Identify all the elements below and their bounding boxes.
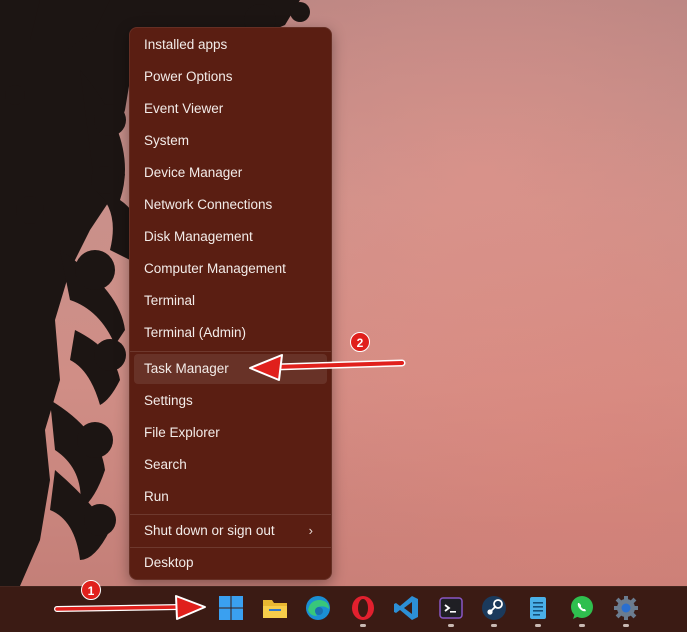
menu-item-power-options[interactable]: Power Options [134, 62, 327, 92]
taskbar-visual-studio-code[interactable] [392, 594, 420, 622]
running-indicator [535, 624, 541, 627]
menu-separator [130, 351, 331, 352]
step-badge-1: 1 [81, 580, 101, 600]
steam-icon [482, 596, 506, 620]
taskbar-file-explorer[interactable] [261, 594, 289, 622]
menu-item-computer-management[interactable]: Computer Management [134, 254, 327, 284]
taskbar [0, 586, 687, 632]
terminal-icon [439, 597, 463, 619]
notepad-icon [530, 597, 546, 619]
taskbar-whatsapp[interactable] [568, 594, 596, 622]
step-badge-2: 2 [350, 332, 370, 352]
start-button[interactable] [217, 594, 245, 622]
taskbar-opera[interactable] [349, 594, 377, 622]
edge-icon [306, 596, 330, 620]
menu-item-disk-management[interactable]: Disk Management [134, 222, 327, 252]
menu-item-label: Computer Management [144, 261, 286, 276]
taskbar-terminal[interactable] [437, 594, 465, 622]
windows-logo-icon [219, 596, 243, 620]
menu-item-settings[interactable]: Settings [134, 386, 327, 416]
taskbar-notepad[interactable] [524, 594, 552, 622]
menu-item-search[interactable]: Search [134, 450, 327, 480]
taskbar-steam[interactable] [480, 594, 508, 622]
running-indicator [491, 624, 497, 627]
menu-item-label: Desktop [144, 555, 194, 570]
menu-item-terminal-admin[interactable]: Terminal (Admin) [134, 318, 327, 348]
menu-item-task-manager[interactable]: Task Manager [134, 354, 327, 384]
menu-item-label: Shut down or sign out [144, 523, 275, 538]
menu-item-label: Search [144, 457, 187, 472]
menu-item-network-connections[interactable]: Network Connections [134, 190, 327, 220]
menu-item-installed-apps[interactable]: Installed apps [134, 30, 327, 60]
menu-item-system[interactable]: System [134, 126, 327, 156]
menu-separator [130, 514, 331, 515]
menu-item-label: Disk Management [144, 229, 253, 244]
winx-context-menu: Installed apps Power Options Event Viewe… [129, 27, 332, 580]
desktop-wallpaper [0, 0, 687, 586]
running-indicator [448, 624, 454, 627]
menu-item-terminal[interactable]: Terminal [134, 286, 327, 316]
menu-item-label: Network Connections [144, 197, 273, 212]
folder-icon [263, 600, 287, 618]
menu-item-label: Installed apps [144, 37, 228, 52]
menu-item-label: Device Manager [144, 165, 243, 180]
running-indicator [360, 624, 366, 627]
menu-item-event-viewer[interactable]: Event Viewer [134, 94, 327, 124]
opera-icon [352, 596, 374, 620]
menu-item-desktop[interactable]: Desktop [134, 548, 327, 578]
chevron-right-icon: › [308, 523, 313, 538]
taskbar-settings[interactable] [612, 594, 640, 622]
taskbar-microsoft-edge[interactable] [304, 594, 332, 622]
menu-item-file-explorer[interactable]: File Explorer [134, 418, 327, 448]
menu-item-label: Task Manager [144, 361, 229, 376]
menu-item-shut-down-or-sign-out[interactable]: Shut down or sign out › [134, 516, 327, 546]
gear-icon [614, 596, 638, 620]
menu-item-label: Run [144, 489, 169, 504]
menu-item-run[interactable]: Run [134, 482, 327, 512]
menu-item-label: Terminal [144, 293, 196, 308]
menu-item-label: System [144, 133, 190, 148]
menu-item-label: Terminal (Admin) [144, 325, 247, 340]
menu-item-label: Power Options [144, 69, 233, 84]
running-indicator [623, 624, 629, 627]
whatsapp-icon [571, 596, 593, 619]
vscode-icon [394, 596, 418, 620]
menu-item-label: Event Viewer [144, 101, 224, 116]
running-indicator [579, 624, 585, 627]
menu-item-label: File Explorer [144, 425, 220, 440]
menu-item-label: Settings [144, 393, 193, 408]
menu-item-device-manager[interactable]: Device Manager [134, 158, 327, 188]
